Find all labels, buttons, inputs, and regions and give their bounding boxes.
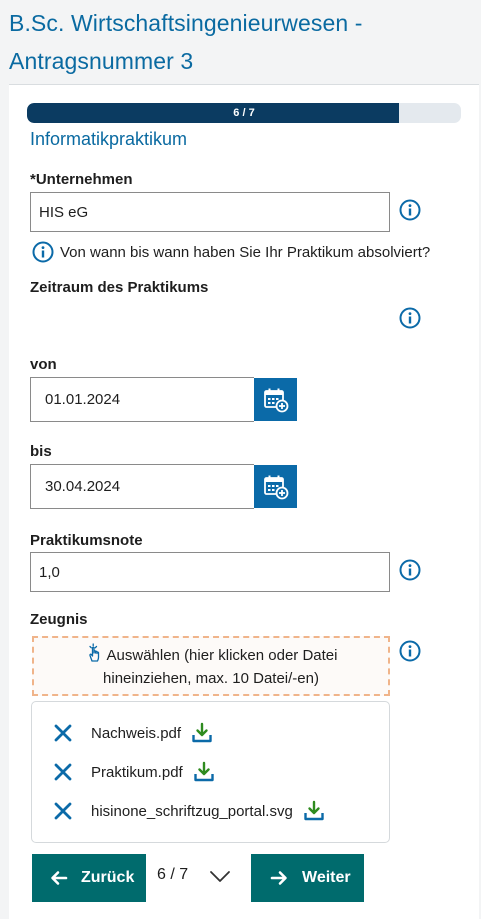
praktikumsnote-label: Praktikumsnote <box>30 532 143 549</box>
von-calendar-button[interactable] <box>254 378 297 421</box>
progress-label: 6 / 7 <box>233 107 255 119</box>
info-icon <box>32 241 54 263</box>
progress-bar: 6 / 7 <box>27 103 461 123</box>
chevron-down-icon[interactable] <box>208 866 232 888</box>
close-icon[interactable] <box>52 722 74 744</box>
back-button[interactable]: Zurück <box>32 854 146 902</box>
uploaded-file-list: Nachweis.pdf Praktikum.pdf hisinone_schr… <box>31 701 390 843</box>
page-title-line-1: B.Sc. Wirtschaftsingenieurwesen - <box>9 10 363 36</box>
calendar-add-icon <box>263 475 288 499</box>
file-item: hisinone_schriftzug_portal.svg <box>52 799 325 823</box>
info-icon[interactable] <box>399 559 421 581</box>
page-title-line-2: Antragsnummer 3 <box>9 48 194 74</box>
info-icon[interactable] <box>399 199 421 221</box>
file-item: Praktikum.pdf <box>52 760 215 784</box>
von-label: von <box>30 356 57 373</box>
date-range-hint-text: Von wann bis wann haben Sie Ihr Praktiku… <box>60 243 431 261</box>
dropzone-text-line-2: hineinziehen, max. 10 Datei/-en) <box>103 670 319 687</box>
bis-calendar-button[interactable] <box>254 465 297 508</box>
file-name: hisinone_schriftzug_portal.svg <box>91 802 293 820</box>
page-title: B.Sc. Wirtschaftsingenieurwesen - Antrag… <box>9 4 479 80</box>
download-icon[interactable] <box>303 800 325 822</box>
download-icon[interactable] <box>191 722 213 744</box>
zeugnis-label: Zeugnis <box>30 611 88 628</box>
info-icon[interactable] <box>399 307 421 329</box>
dropzone-text-line-1: Auswählen (hier klicken oder Datei <box>106 647 338 664</box>
close-icon[interactable] <box>52 800 74 822</box>
back-button-label: Zurück <box>81 869 135 886</box>
file-dropzone[interactable]: Auswählen (hier klicken oder Datei hinei… <box>32 636 390 696</box>
file-name: Praktikum.pdf <box>91 763 183 781</box>
next-button[interactable]: Weiter <box>251 854 364 902</box>
arrow-right-icon <box>270 871 287 885</box>
section-title: Informatikpraktikum <box>30 129 188 149</box>
pointer-hand-icon <box>88 643 99 662</box>
file-name: Nachweis.pdf <box>91 724 182 742</box>
download-icon[interactable] <box>193 761 215 783</box>
unternehmen-input[interactable]: HIS eG <box>30 192 390 232</box>
bis-date-input[interactable]: 30.04.2024 <box>30 464 254 509</box>
von-date-input[interactable]: 01.01.2024 <box>30 377 254 422</box>
arrow-left-icon <box>51 871 68 885</box>
unternehmen-label: *Unternehmen <box>30 171 133 188</box>
file-item: Nachweis.pdf <box>52 721 213 745</box>
next-button-label: Weiter <box>302 869 351 886</box>
close-icon[interactable] <box>52 761 74 783</box>
zeitraum-label: Zeitraum des Praktikums <box>30 279 209 296</box>
info-icon[interactable] <box>399 640 421 662</box>
praktikumsnote-input[interactable]: 1,0 <box>30 552 390 592</box>
date-range-hint: Von wann bis wann haben Sie Ihr Praktiku… <box>32 241 430 263</box>
bis-label: bis <box>30 443 52 460</box>
page-indicator: 6 / 7 <box>157 866 189 883</box>
calendar-add-icon <box>263 388 288 412</box>
